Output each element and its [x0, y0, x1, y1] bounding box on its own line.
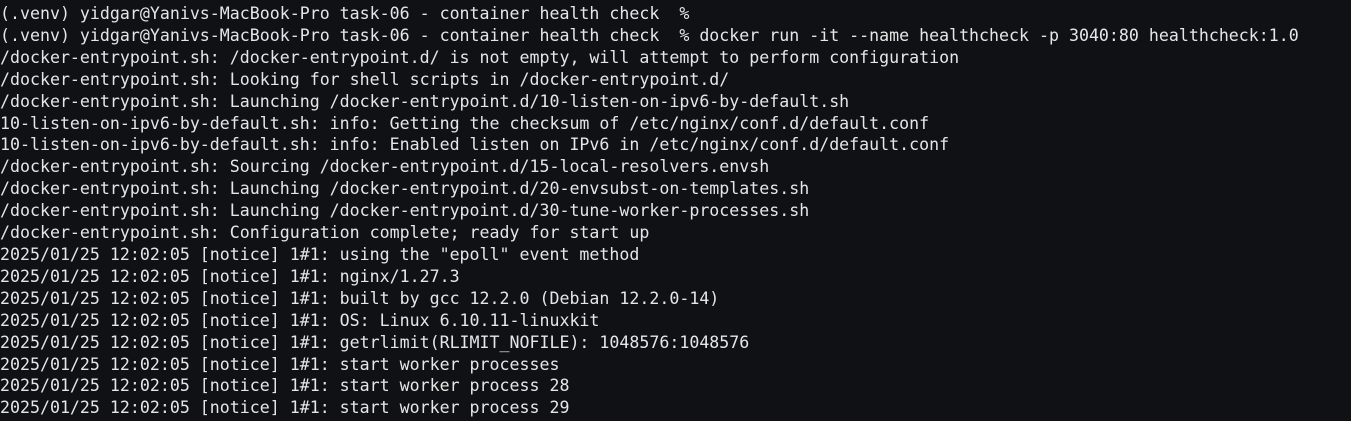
command-line: (.venv) yidgar@Yanivs-MacBook-Pro task-0… — [0, 25, 1299, 45]
log-line: 2025/01/25 12:02:05 [notice] 1#1: start … — [0, 354, 560, 374]
prompt-line: (.venv) yidgar@Yanivs-MacBook-Pro task-0… — [0, 4, 690, 23]
output-line: 10-listen-on-ipv6-by-default.sh: info: E… — [0, 135, 950, 155]
output-line: /docker-entrypoint.sh: Launching /docker… — [0, 91, 850, 111]
output-line: /docker-entrypoint.sh: Configuration com… — [0, 223, 650, 243]
log-line: 2025/01/25 12:02:05 [notice] 1#1: using … — [0, 244, 640, 264]
output-line: /docker-entrypoint.sh: Launching /docker… — [0, 201, 810, 221]
log-line: 2025/01/25 12:02:05 [notice] 1#1: start … — [0, 398, 570, 418]
terminal-output[interactable]: (.venv) yidgar@Yanivs-MacBook-Pro task-0… — [0, 0, 1351, 421]
output-line: /docker-entrypoint.sh: Sourcing /docker-… — [0, 157, 770, 177]
output-line: /docker-entrypoint.sh: Looking for shell… — [0, 69, 730, 89]
log-line: 2025/01/25 12:02:05 [notice] 1#1: built … — [0, 288, 720, 308]
output-line: 10-listen-on-ipv6-by-default.sh: info: G… — [0, 113, 930, 133]
log-line: 2025/01/25 12:02:05 [notice] 1#1: getrli… — [0, 332, 750, 352]
log-line: 2025/01/25 12:02:05 [notice] 1#1: OS: Li… — [0, 310, 600, 330]
log-line: 2025/01/25 12:02:05 [notice] 1#1: start … — [0, 376, 570, 396]
output-line: /docker-entrypoint.sh: /docker-entrypoin… — [0, 47, 960, 67]
log-line: 2025/01/25 12:02:05 [notice] 1#1: nginx/… — [0, 266, 460, 286]
output-line: /docker-entrypoint.sh: Launching /docker… — [0, 179, 810, 199]
